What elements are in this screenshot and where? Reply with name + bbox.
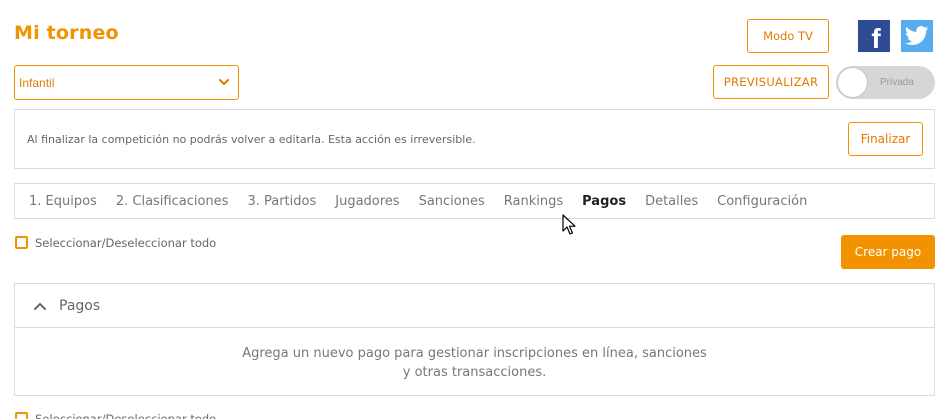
create-payment-button[interactable]: Crear pago (841, 235, 935, 269)
payments-empty-line-1: Agrega un nuevo pago para gestionar insc… (242, 346, 707, 361)
tab-bar: 1. Equipos 2. Clasificaciones 3. Partido… (14, 183, 935, 219)
tab-sanciones[interactable]: Sanciones (419, 194, 485, 209)
toggle-knob (838, 68, 867, 97)
tab-detalles[interactable]: Detalles (645, 194, 698, 209)
finalize-warning-text: Al finalizar la competición no podrás vo… (27, 133, 476, 146)
select-all-checkbox-bottom[interactable] (15, 412, 28, 419)
facebook-glyph: f (871, 23, 881, 54)
payments-panel: Pagos Agrega un nuevo pago para gestiona… (14, 283, 935, 396)
modo-tv-button[interactable]: Modo TV (747, 19, 829, 53)
select-all-checkbox[interactable] (15, 236, 28, 249)
category-select[interactable]: Infantil (14, 65, 239, 100)
privacy-toggle[interactable]: Privada (836, 66, 935, 99)
twitter-bird-icon (905, 26, 929, 45)
select-all-label[interactable]: Seleccionar/Deseleccionar todo (35, 236, 216, 250)
preview-button[interactable]: PREVISUALIZAR (713, 65, 829, 99)
payments-empty-message: Agrega un nuevo pago para gestionar insc… (15, 328, 934, 382)
category-select-value: Infantil (19, 75, 55, 90)
finalize-button[interactable]: Finalizar (848, 122, 923, 156)
mouse-cursor-icon (562, 214, 576, 235)
chevron-up-icon[interactable] (33, 301, 47, 311)
finalize-warning-box: Al finalizar la competición no podrás vo… (14, 109, 935, 169)
twitter-icon[interactable] (901, 20, 933, 52)
payments-panel-header[interactable]: Pagos (15, 284, 934, 328)
payments-empty-line-2: y otras transacciones. (402, 365, 547, 380)
tab-partidos[interactable]: 3. Partidos (247, 194, 316, 209)
tab-configuracion[interactable]: Configuración (717, 194, 807, 209)
tab-jugadores[interactable]: Jugadores (335, 194, 399, 209)
privacy-toggle-label: Privada (880, 77, 914, 88)
chevron-down-icon (219, 79, 229, 86)
tab-clasificaciones[interactable]: 2. Clasificaciones (116, 194, 229, 209)
tab-pagos[interactable]: Pagos (582, 194, 626, 209)
payments-panel-title: Pagos (59, 297, 101, 314)
facebook-icon[interactable]: f (858, 20, 890, 54)
tab-rankings[interactable]: Rankings (504, 194, 563, 209)
tab-equipos[interactable]: 1. Equipos (29, 194, 97, 209)
page-title: Mi torneo (14, 22, 119, 44)
select-all-label-bottom[interactable]: Seleccionar/Deseleccionar todo (35, 412, 216, 419)
